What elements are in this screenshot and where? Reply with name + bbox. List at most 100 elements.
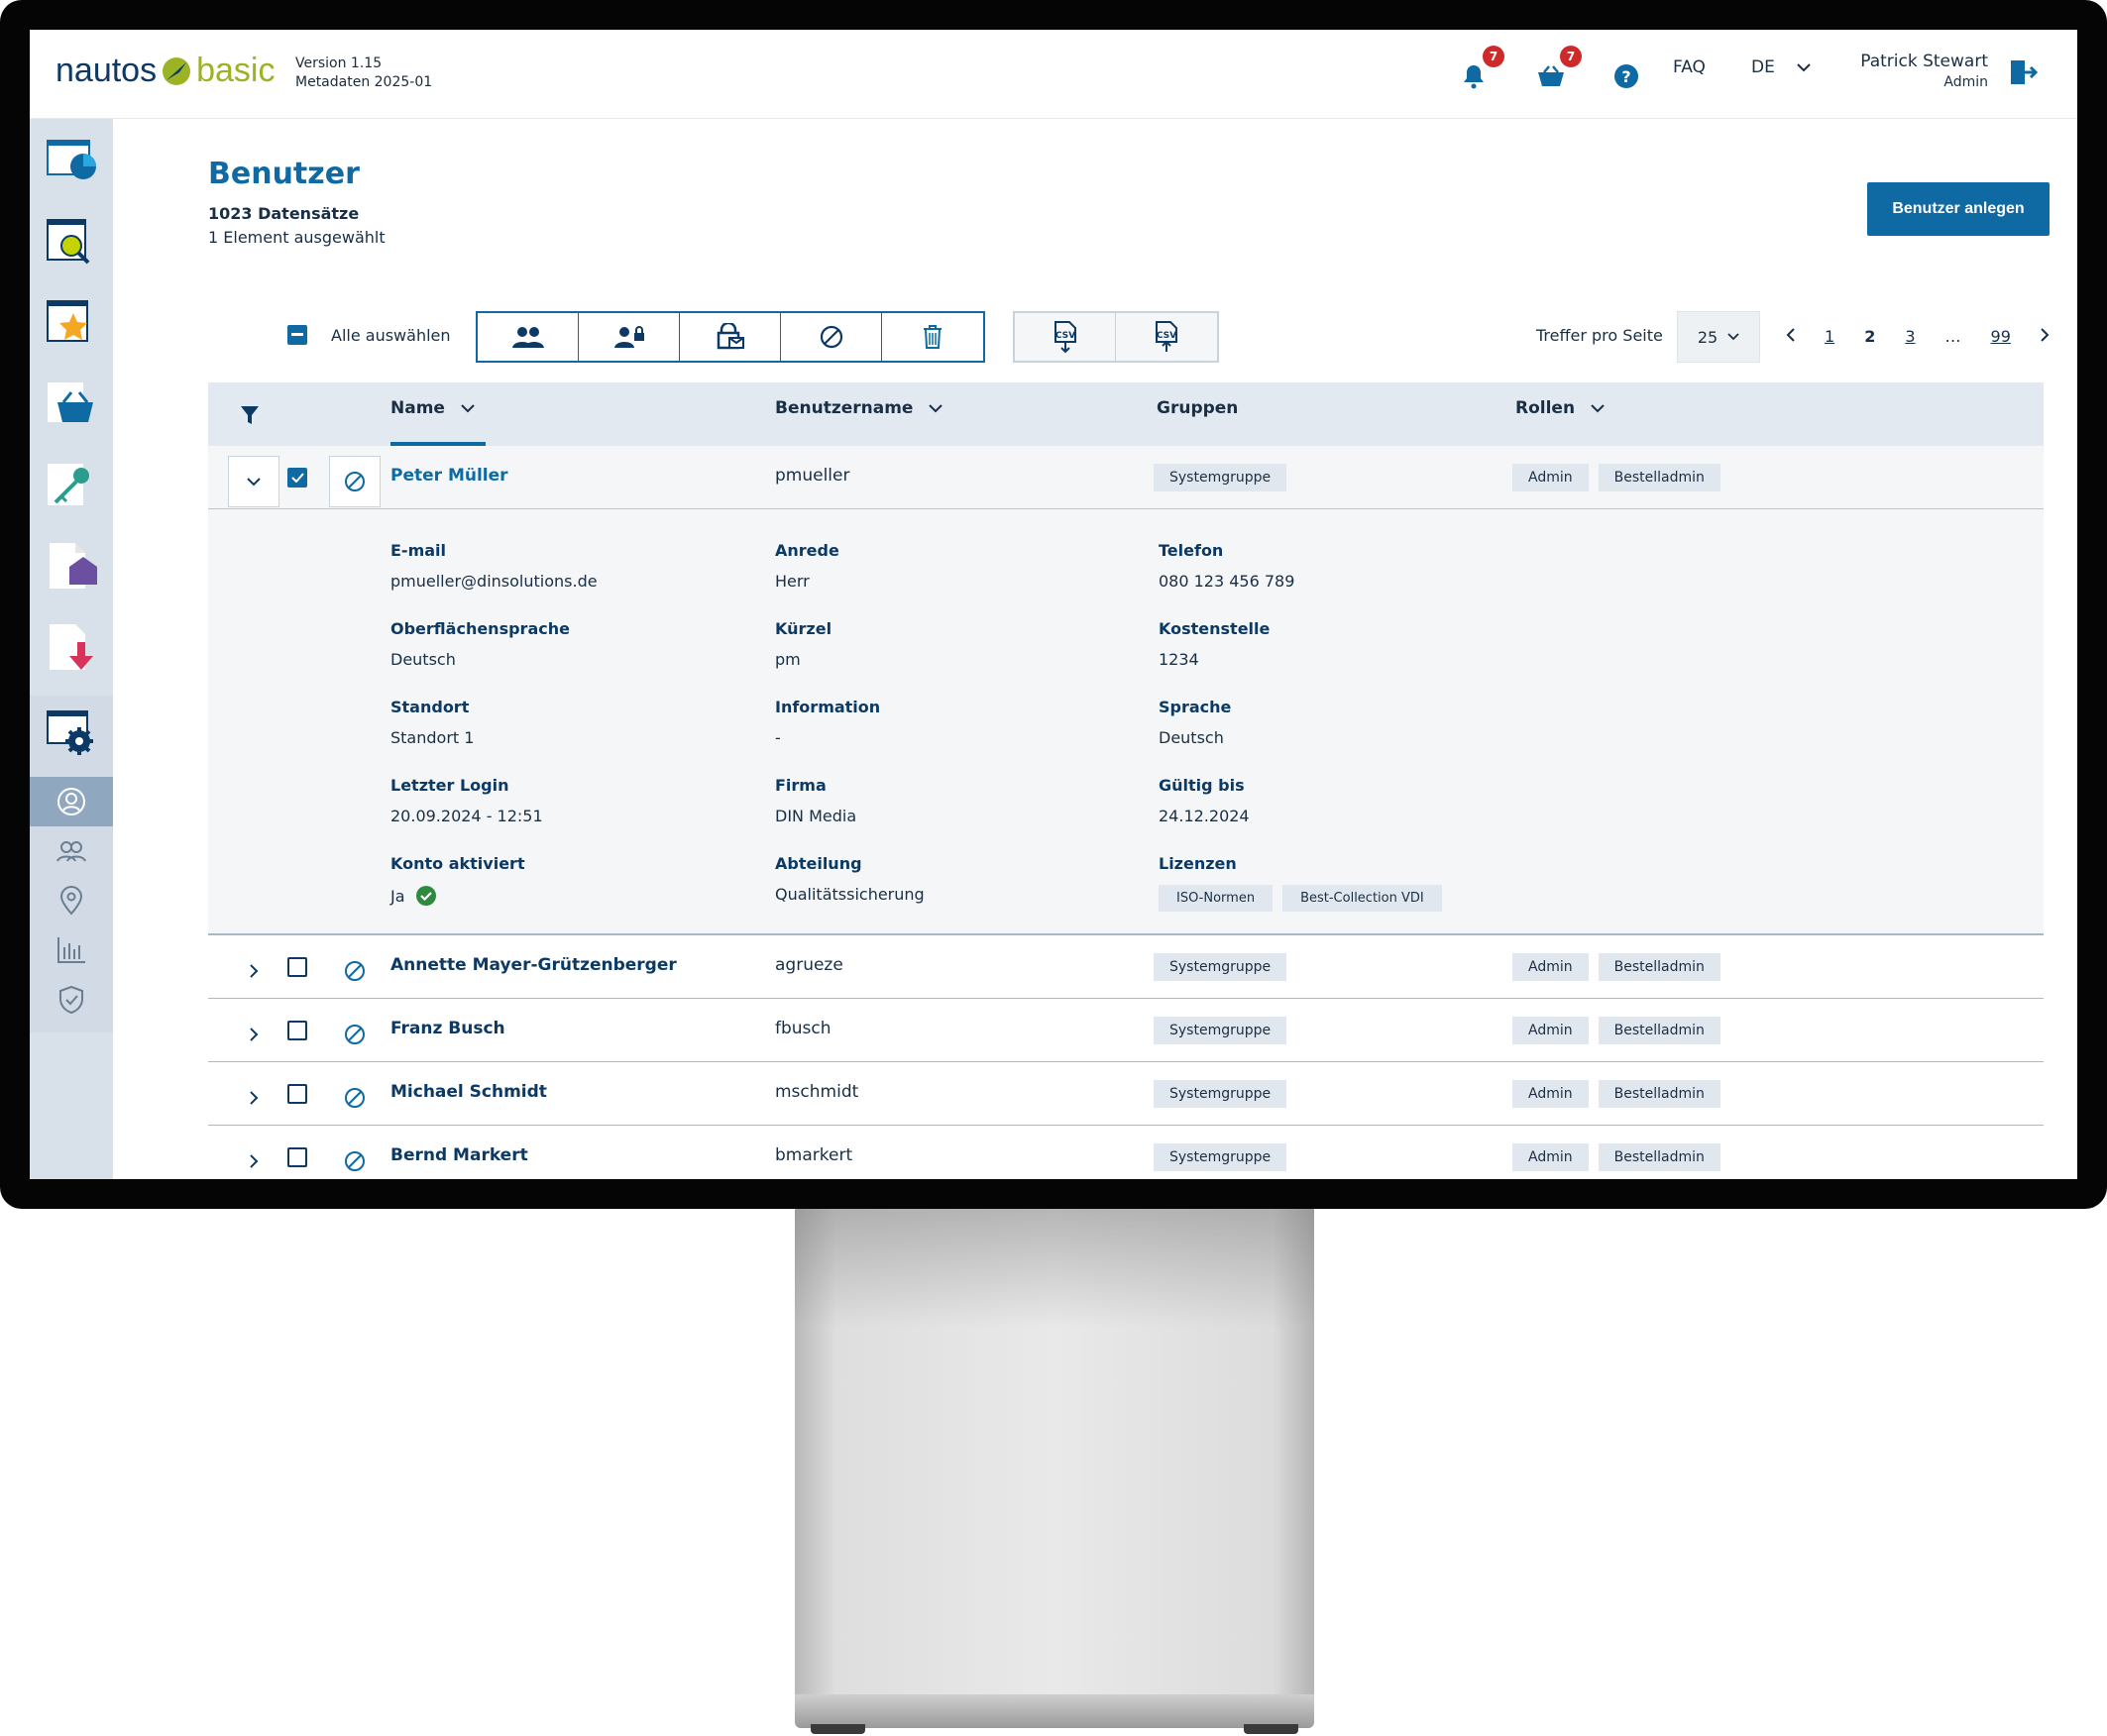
deactivate-user-button[interactable]	[329, 456, 381, 507]
create-user-button[interactable]: Benutzer anlegen	[1867, 182, 2050, 236]
user-info[interactable]: Patrick Stewart Admin	[1860, 52, 1988, 90]
user-name-cell[interactable]: Michael Schmidt	[390, 1082, 547, 1102]
assign-role-button[interactable]	[579, 313, 680, 361]
per-page-select[interactable]: 25	[1677, 311, 1760, 363]
deactivate-user-button[interactable]	[329, 1009, 381, 1060]
row-checkbox[interactable]	[287, 957, 307, 977]
sidebar-search[interactable]	[44, 214, 99, 270]
role-tag: Admin	[1512, 1017, 1589, 1044]
sidebar-key[interactable]	[44, 458, 99, 513]
expand-row-button[interactable]	[228, 1136, 279, 1179]
detail-salutation: Anrede Herr	[775, 541, 839, 591]
select-all-checkbox[interactable]	[287, 325, 307, 345]
detail-value: 20.09.2024 - 12:51	[390, 807, 543, 825]
dashboard-icon	[47, 140, 96, 179]
table-row[interactable]: Michael Schmidt mschmidt Systemgruppe Ad…	[208, 1062, 2044, 1126]
assign-group-button[interactable]	[478, 313, 579, 361]
role-tag: Bestelladmin	[1598, 1017, 1720, 1044]
notifications-badge: 7	[1483, 46, 1504, 67]
page-link-current[interactable]: 2	[1864, 327, 1875, 346]
help-button[interactable]: ?	[1609, 59, 1643, 93]
select-all[interactable]: Alle auswählen	[287, 325, 451, 345]
detail-value: Deutsch	[1159, 728, 1224, 747]
user-name-cell[interactable]: Bernd Markert	[390, 1145, 528, 1165]
row-checkbox[interactable]	[287, 1147, 307, 1167]
table-row[interactable]: Franz Busch fbusch Systemgruppe Admin Bes…	[208, 999, 2044, 1062]
faq-link[interactable]: FAQ	[1673, 57, 1706, 77]
chevron-down-icon	[929, 403, 943, 412]
page-link[interactable]: 3	[1905, 327, 1915, 346]
sidebar-dashboard[interactable]	[44, 133, 99, 188]
notifications-button[interactable]: 7	[1457, 46, 1504, 93]
row-checkbox[interactable]	[287, 1021, 307, 1040]
column-username[interactable]: Benutzername	[775, 398, 943, 418]
collapse-row-button[interactable]	[228, 456, 279, 507]
table-header: Name Benutzername Gruppen Rollen	[208, 382, 2044, 446]
settings-icon	[47, 710, 93, 755]
sidebar-downloads[interactable]	[44, 620, 99, 676]
svg-text:CSV: CSV	[1157, 331, 1176, 341]
deactivate-user-button[interactable]	[329, 1136, 381, 1179]
sidebar-item-statistics[interactable]	[30, 925, 113, 975]
chevron-right-icon	[249, 1091, 258, 1105]
block-icon	[345, 961, 365, 981]
sidebar-basket[interactable]	[44, 377, 99, 432]
detail-label: Standort	[390, 698, 470, 716]
column-name[interactable]: Name	[390, 398, 475, 418]
screen: nautos basic Version 1.15 Metadaten 2025…	[30, 30, 2077, 1179]
deactivate-user-button[interactable]	[329, 1072, 381, 1124]
logout-button[interactable]	[2008, 57, 2039, 91]
table-row[interactable]: Peter Müller pmueller Systemgruppe Admin…	[208, 446, 2044, 509]
expand-row-button[interactable]	[228, 1009, 279, 1060]
monitor-stand	[795, 1209, 1314, 1694]
csv-export-icon: CSV	[1156, 321, 1177, 352]
sidebar-item-groups[interactable]	[30, 826, 113, 876]
page-link[interactable]: 1	[1825, 327, 1834, 346]
sidebar-settings[interactable]	[44, 705, 99, 761]
block-icon	[345, 1151, 365, 1171]
user-name-cell[interactable]: Franz Busch	[390, 1019, 505, 1038]
detail-label: Sprache	[1159, 698, 1232, 716]
detail-label: Information	[775, 698, 881, 716]
user-name-cell[interactable]: Peter Müller	[390, 466, 508, 486]
record-count: 1023 Datensätze	[208, 204, 360, 223]
detail-label: E-mail	[390, 541, 447, 560]
metadata-label: Metadaten 2025-01	[295, 74, 433, 90]
deactivate-user-button[interactable]	[329, 945, 381, 997]
sidebar-item-security[interactable]	[30, 975, 113, 1025]
cart-button[interactable]: 7	[1534, 46, 1582, 93]
next-page-button[interactable]	[2041, 327, 2050, 346]
user-name-cell[interactable]: Annette Mayer-Grützenberger	[390, 955, 677, 975]
column-name-label: Name	[390, 398, 445, 418]
deactivate-button[interactable]	[781, 313, 882, 361]
sidebar-item-users[interactable]	[30, 777, 113, 826]
filter-button[interactable]	[240, 404, 260, 430]
csv-export-button[interactable]: CSV	[1116, 313, 1217, 361]
expand-row-button[interactable]	[228, 945, 279, 997]
prev-page-button[interactable]	[1786, 327, 1795, 346]
logo[interactable]: nautos basic	[55, 52, 275, 90]
detail-value: pmueller@dinsolutions.de	[390, 572, 598, 591]
language-select[interactable]: DE	[1751, 57, 1811, 77]
table-row[interactable]: Bernd Markert bmarkert Systemgruppe Admi…	[208, 1126, 2044, 1179]
page-link[interactable]: 99	[1991, 327, 2011, 346]
sidebar-favorites[interactable]	[44, 295, 99, 351]
table-row[interactable]: Annette Mayer-Grützenberger agrueze Syst…	[208, 935, 2044, 999]
detail-cost-center: Kostenstelle 1234	[1159, 619, 1270, 669]
send-password-button[interactable]	[680, 313, 781, 361]
csv-import-button[interactable]: CSV	[1015, 313, 1116, 361]
row-checkbox[interactable]	[287, 468, 307, 488]
delete-button[interactable]	[882, 313, 983, 361]
users-table: Name Benutzername Gruppen Rollen Peter M…	[208, 382, 2044, 1179]
per-page-label: Treffer pro Seite	[1536, 326, 1663, 345]
column-roles[interactable]: Rollen	[1515, 398, 1605, 418]
detail-label: Kürzel	[775, 619, 832, 638]
row-checkbox[interactable]	[287, 1084, 307, 1104]
sidebar-documents[interactable]	[44, 539, 99, 595]
detail-ui-language: Oberflächensprache Deutsch	[390, 619, 570, 669]
sidebar-item-locations[interactable]	[30, 876, 113, 925]
detail-label: Telefon	[1159, 541, 1224, 560]
expand-row-button[interactable]	[228, 1072, 279, 1124]
role-tag: Bestelladmin	[1598, 1143, 1720, 1171]
favorites-icon	[47, 300, 88, 342]
